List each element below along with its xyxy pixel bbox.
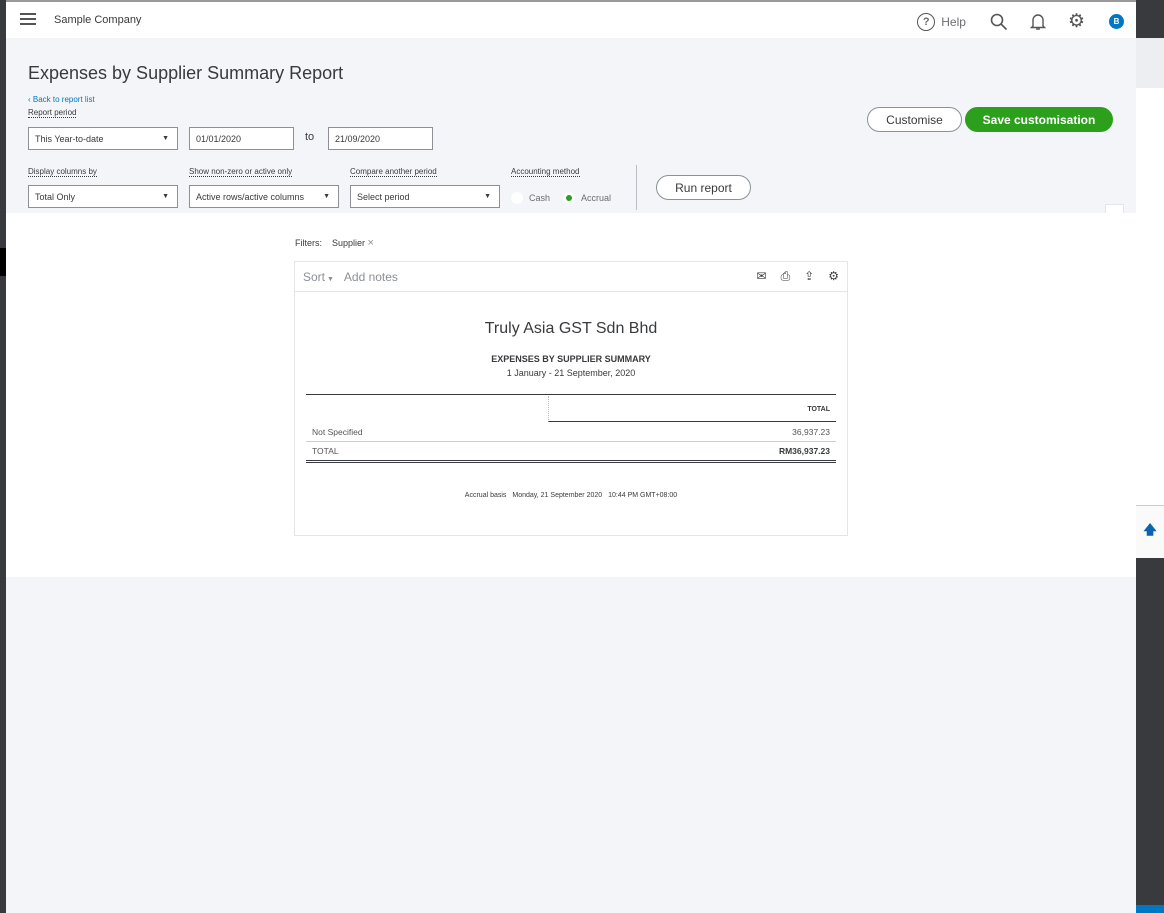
filters-label: Filters:: [295, 238, 322, 248]
gear-icon[interactable]: ⚙: [1068, 10, 1085, 33]
report-table: TOTAL Not Specified 36,937.23 TOTAL RM36,9…: [306, 394, 836, 463]
cash-radio[interactable]: Cash: [511, 192, 550, 204]
customise-button[interactable]: Customise: [867, 107, 962, 132]
to-label: to: [305, 131, 315, 143]
right-panel: 🡅: [1136, 0, 1164, 913]
report-company: Truly Asia GST Sdn Bhd: [484, 320, 658, 337]
save-customisation-button[interactable]: Save customisation: [965, 107, 1113, 132]
add-notes-button[interactable]: Add notes: [344, 270, 398, 284]
column-header-total: TOTAL: [548, 396, 836, 422]
filters-bar: Filters: Supplier ×: [295, 237, 374, 249]
report-period-select[interactable]: This Year-to-date ▼: [28, 127, 178, 150]
dropdown-arrow-icon: ▼: [320, 193, 330, 200]
total-row: TOTAL RM36,937.23: [306, 442, 836, 463]
right-panel-body: [1136, 88, 1164, 505]
report-settings-panel: Expenses by Supplier Summary Report ‹ Ba…: [6, 38, 1136, 220]
footer-date: Monday, 21 September 2020: [512, 492, 603, 499]
display-columns-label: Display columns by: [28, 167, 97, 177]
compare-period-select[interactable]: Select period ▼: [350, 185, 500, 208]
non-zero-label: Show non-zero or active only: [189, 167, 293, 177]
total-value[interactable]: RM36,937.23: [779, 446, 830, 456]
arrow-up-icon: 🡅: [1143, 522, 1157, 537]
table-row: Not Specified 36,937.23: [306, 422, 836, 442]
report-card: Sort ▼ Add notes ✉ ⎙ ⇪ ⚙ Truly Asia GST …: [294, 261, 848, 536]
filter-supplier: Supplier: [332, 238, 366, 248]
email-icon[interactable]: ✉: [757, 269, 767, 284]
accrual-label: Accrual: [581, 193, 612, 203]
back-to-report-list-link[interactable]: ‹ Back to report list: [28, 95, 95, 104]
menu-icon[interactable]: [20, 13, 36, 25]
report-area: Filters: Supplier × Sort ▼ Add notes ✉ ⎙…: [6, 213, 1136, 577]
display-columns-value: Total Only: [35, 191, 76, 202]
total-label: TOTAL: [312, 446, 339, 456]
non-zero-select[interactable]: Active rows/active columns ▼: [189, 185, 339, 208]
sort-label: Sort: [303, 269, 326, 284]
caret-down-icon: ▼: [325, 275, 334, 283]
search-icon[interactable]: [990, 13, 1008, 31]
back-label: Back to report list: [32, 95, 95, 104]
run-report-button[interactable]: Run report: [656, 175, 751, 200]
page-title: Expenses by Supplier Summary Report: [28, 63, 344, 83]
report-toolbar: Sort ▼ Add notes ✉ ⎙ ⇪ ⚙: [295, 262, 847, 292]
to-date-input[interactable]: 21/09/2020: [328, 127, 433, 150]
report-title: EXPENSES BY SUPPLIER SUMMARY: [491, 354, 651, 364]
dropdown-arrow-icon: ▼: [162, 135, 169, 142]
export-icon[interactable]: ⇪: [804, 269, 814, 284]
compare-period-value: Select period: [357, 191, 410, 202]
row-value[interactable]: 36,937.23: [792, 427, 830, 437]
close-icon[interactable]: ×: [368, 237, 374, 249]
avatar[interactable]: B: [1109, 14, 1124, 29]
footer-basis: Accrual basis: [464, 492, 507, 499]
report-dates: 1 January - 21 September, 2020: [506, 368, 636, 378]
compare-period-label: Compare another period: [350, 167, 437, 177]
right-panel-top: [1136, 38, 1164, 88]
print-icon[interactable]: ⎙: [781, 269, 791, 284]
cash-label: Cash: [529, 193, 551, 203]
top-bar: Sample Company ? Help ⚙ B: [6, 0, 1136, 38]
radio-checked-icon: [563, 192, 575, 204]
from-date-input[interactable]: 01/01/2020: [189, 127, 294, 150]
company-name: Sample Company: [54, 14, 142, 26]
right-panel-bottom: [1136, 905, 1164, 913]
help-button[interactable]: ? Help: [917, 12, 966, 31]
scroll-to-top-button[interactable]: 🡅: [1136, 505, 1164, 558]
footer-time: 10:44 PM GMT+08:00: [608, 492, 678, 499]
dropdown-arrow-icon: ▼: [162, 193, 169, 200]
report-footer: Accrual basis Monday, 21 September 2020 …: [295, 492, 847, 499]
help-label: Help: [941, 14, 966, 29]
divider: [636, 165, 637, 210]
filter-chip[interactable]: Supplier ×: [332, 237, 374, 249]
gear-icon[interactable]: ⚙: [828, 269, 839, 284]
report-period-label: Report period: [28, 108, 77, 118]
display-columns-select[interactable]: Total Only ▼: [28, 185, 178, 208]
bell-icon[interactable]: [1029, 13, 1046, 31]
non-zero-value: Active rows/active columns: [196, 191, 305, 202]
row-name[interactable]: Not Specified: [312, 427, 363, 437]
sort-dropdown[interactable]: Sort ▼: [303, 270, 334, 284]
dropdown-arrow-icon: ▼: [484, 193, 491, 200]
report-period-value: This Year-to-date: [35, 133, 104, 144]
accrual-radio[interactable]: Accrual: [563, 192, 611, 204]
help-icon: ?: [917, 12, 936, 31]
radio-unchecked-icon: [511, 192, 523, 204]
accounting-method-label: Accounting method: [511, 167, 580, 177]
